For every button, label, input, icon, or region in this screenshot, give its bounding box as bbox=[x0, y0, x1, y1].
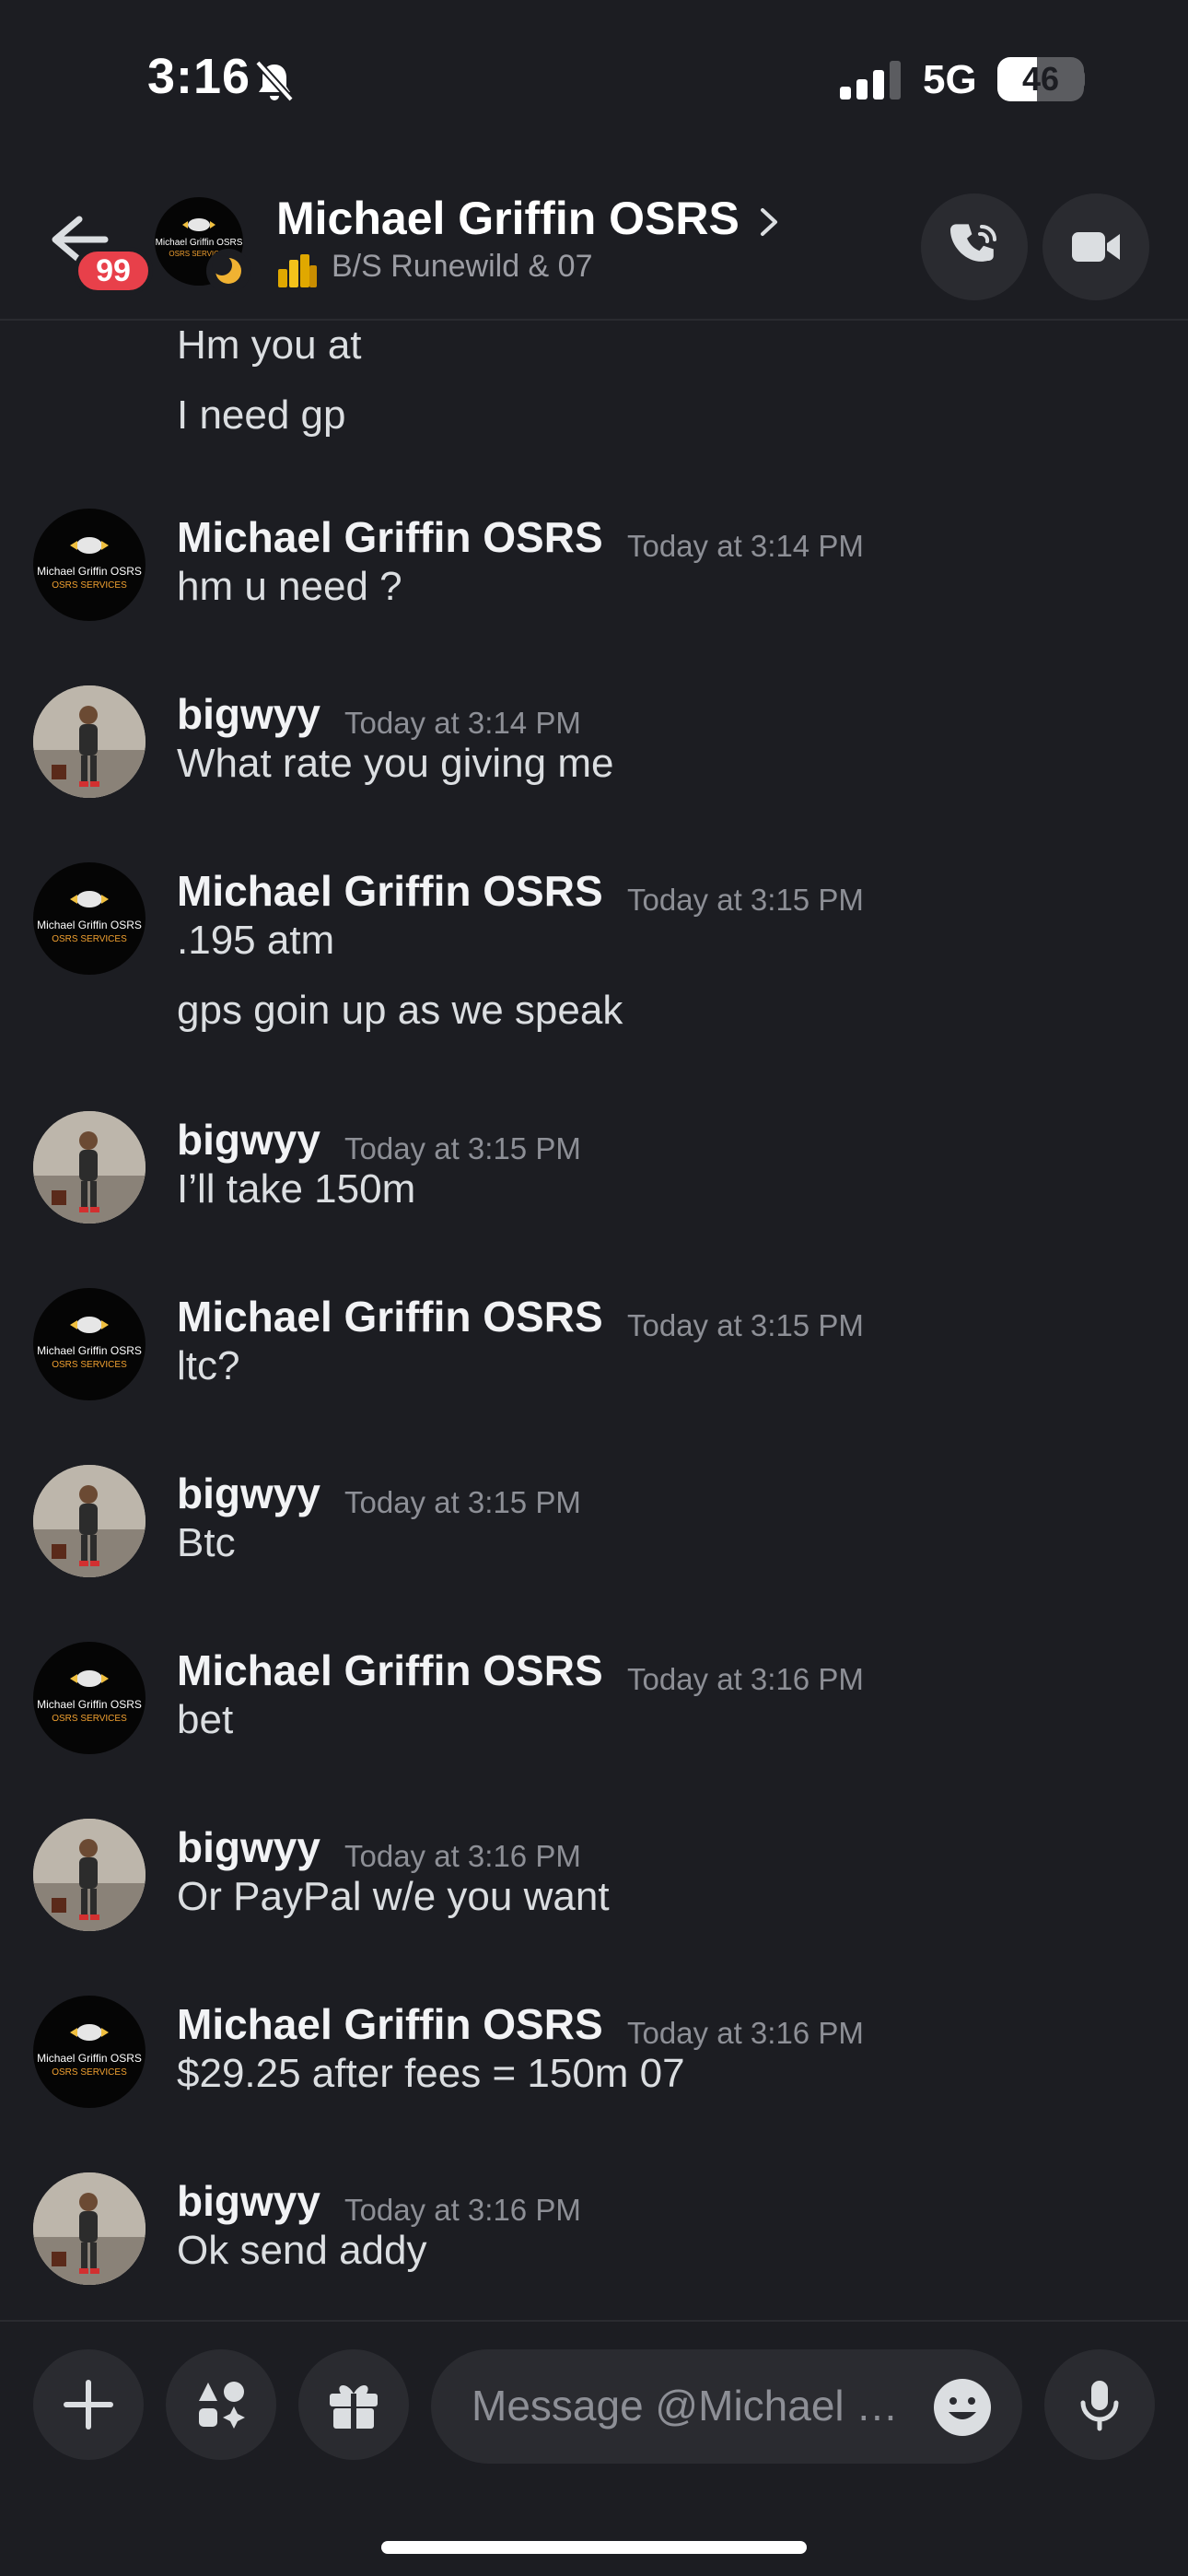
avatar[interactable]: Michael Griffin OSRS OSRS SERVICES bbox=[33, 1288, 146, 1400]
osrs-logo-icon: Michael Griffin OSRS OSRS SERVICES bbox=[37, 537, 142, 591]
avatar[interactable] bbox=[33, 1465, 146, 1577]
avatar[interactable] bbox=[33, 2172, 146, 2285]
network-type: 5G bbox=[923, 57, 977, 102]
message-text[interactable]: Ok send addy bbox=[177, 2228, 427, 2274]
message-text[interactable]: I need gp bbox=[177, 392, 346, 439]
dm-header: 99 Michael Griffin OSRS OSRS SERVICES Mi… bbox=[0, 184, 1188, 321]
author-name[interactable]: bigwyy bbox=[177, 689, 320, 739]
timestamp: Today at 3:15 PM bbox=[344, 1131, 581, 1165]
avatar[interactable] bbox=[33, 1111, 146, 1224]
author-name[interactable]: bigwyy bbox=[177, 1822, 320, 1872]
bell-slash-icon bbox=[255, 60, 294, 102]
timestamp: Today at 3:15 PM bbox=[344, 1485, 581, 1519]
header-subtitle: B/S Runewild & 07 bbox=[332, 249, 593, 284]
video-camera-icon bbox=[1072, 232, 1120, 262]
user-photo-icon bbox=[33, 1819, 146, 1931]
message-text[interactable]: $29.25 after fees = 150m 07 bbox=[177, 2051, 685, 2097]
message-text[interactable]: hm u need ? bbox=[177, 564, 402, 610]
author-name[interactable]: bigwyy bbox=[177, 1469, 320, 1518]
voice-call-button[interactable] bbox=[921, 193, 1028, 300]
unread-count-badge: 99 bbox=[74, 247, 153, 295]
svg-text:OSRS SERVICES: OSRS SERVICES bbox=[52, 580, 127, 591]
timestamp: Today at 3:14 PM bbox=[627, 529, 864, 563]
author-name[interactable]: Michael Griffin OSRS bbox=[177, 1645, 603, 1695]
plus-icon bbox=[64, 2380, 113, 2430]
message-placeholder: Message @Michael Gr... bbox=[472, 2382, 914, 2430]
svg-text:Michael Griffin OSRS: Michael Griffin OSRS bbox=[37, 1698, 142, 1711]
message-text[interactable]: ltc? bbox=[177, 1343, 239, 1389]
svg-text:Michael Griffin OSRS: Michael Griffin OSRS bbox=[37, 565, 142, 578]
message-text[interactable]: gps goin up as we speak bbox=[177, 988, 623, 1034]
svg-text:OSRS SERVICES: OSRS SERVICES bbox=[52, 2067, 127, 2078]
svg-text:OSRS SERVICES: OSRS SERVICES bbox=[52, 1360, 127, 1370]
author-name[interactable]: bigwyy bbox=[177, 2176, 320, 2226]
idle-status-moon-icon bbox=[206, 249, 250, 293]
avatar[interactable] bbox=[33, 685, 146, 798]
osrs-logo-icon: Michael Griffin OSRS OSRS SERVICES bbox=[37, 891, 142, 944]
author-name[interactable]: bigwyy bbox=[177, 1115, 320, 1165]
battery-tip bbox=[1077, 70, 1085, 88]
apps-button[interactable] bbox=[166, 2349, 276, 2460]
emoji-icon[interactable] bbox=[932, 2377, 993, 2438]
chevron-right-icon[interactable] bbox=[757, 206, 781, 238]
avatar[interactable]: Michael Griffin OSRS OSRS SERVICES bbox=[33, 1642, 146, 1754]
svg-text:OSRS SERVICES: OSRS SERVICES bbox=[52, 1714, 127, 1724]
cellular-signal-icon bbox=[840, 61, 901, 100]
author-name[interactable]: Michael Griffin OSRS bbox=[177, 1999, 603, 2049]
author-name[interactable]: Michael Griffin OSRS bbox=[177, 1292, 603, 1341]
microphone-icon bbox=[1080, 2381, 1119, 2431]
user-photo-icon bbox=[33, 685, 146, 798]
header-title[interactable]: Michael Griffin OSRS bbox=[276, 192, 740, 245]
phone-call-icon bbox=[950, 224, 996, 262]
video-call-button[interactable] bbox=[1042, 193, 1149, 300]
status-bar: 3:16 5G 46 bbox=[0, 0, 1188, 157]
user-photo-icon bbox=[33, 2172, 146, 2285]
message-text[interactable]: Hm you at bbox=[177, 322, 362, 369]
message-text[interactable]: bet bbox=[177, 1697, 233, 1743]
message-list[interactable]: Hm you at I need gp Michael Griffin OSRS… bbox=[0, 322, 1188, 2322]
header-avatar-line1: Michael Griffin OSRS bbox=[156, 238, 243, 248]
author-name[interactable]: Michael Griffin OSRS bbox=[177, 512, 603, 562]
osrs-logo-icon: Michael Griffin OSRS OSRS SERVICES bbox=[37, 1317, 142, 1370]
gift-icon bbox=[330, 2384, 378, 2429]
osrs-logo-icon: Michael Griffin OSRS OSRS SERVICES bbox=[37, 2024, 142, 2078]
home-indicator[interactable] bbox=[381, 2541, 807, 2554]
user-photo-icon bbox=[33, 1111, 146, 1224]
status-time: 3:16 bbox=[147, 49, 251, 104]
timestamp: Today at 3:16 PM bbox=[627, 2016, 864, 2050]
avatar[interactable]: Michael Griffin OSRS OSRS SERVICES bbox=[33, 862, 146, 975]
osrs-logo-icon: Michael Griffin OSRS OSRS SERVICES bbox=[37, 1670, 142, 1724]
message-composer: Message @Michael Gr... bbox=[0, 2320, 1188, 2576]
avatar[interactable]: Michael Griffin OSRS OSRS SERVICES bbox=[33, 509, 146, 621]
avatar[interactable] bbox=[33, 1819, 146, 1931]
battery-icon: 46 bbox=[997, 57, 1084, 101]
message-text[interactable]: .195 atm bbox=[177, 918, 334, 964]
user-photo-icon bbox=[33, 1465, 146, 1577]
voice-message-button[interactable] bbox=[1044, 2349, 1155, 2460]
message-text[interactable]: Btc bbox=[177, 1520, 236, 1566]
avatar[interactable]: Michael Griffin OSRS OSRS SERVICES bbox=[33, 1996, 146, 2108]
timestamp: Today at 3:14 PM bbox=[344, 706, 581, 740]
message-text[interactable]: What rate you giving me bbox=[177, 741, 613, 787]
svg-text:Michael Griffin OSRS: Michael Griffin OSRS bbox=[37, 1344, 142, 1357]
message-input[interactable]: Message @Michael Gr... bbox=[431, 2349, 1022, 2464]
battery-level: 46 bbox=[1021, 60, 1060, 98]
timestamp: Today at 3:16 PM bbox=[627, 1662, 864, 1696]
svg-text:Michael Griffin OSRS: Michael Griffin OSRS bbox=[37, 919, 142, 931]
message-text[interactable]: I’ll take 150m bbox=[177, 1166, 415, 1212]
timestamp: Today at 3:15 PM bbox=[627, 1308, 864, 1342]
timestamp: Today at 3:16 PM bbox=[344, 1839, 581, 1873]
timestamp: Today at 3:16 PM bbox=[344, 2193, 581, 2227]
svg-text:Michael Griffin OSRS: Michael Griffin OSRS bbox=[37, 2052, 142, 2065]
gift-button[interactable] bbox=[298, 2349, 409, 2460]
apps-icon bbox=[199, 2382, 245, 2429]
gold-coins-icon bbox=[278, 254, 317, 287]
message-text[interactable]: Or PayPal w/e you want bbox=[177, 1874, 610, 1920]
add-attachment-button[interactable] bbox=[33, 2349, 144, 2460]
timestamp: Today at 3:15 PM bbox=[627, 883, 864, 917]
author-name[interactable]: Michael Griffin OSRS bbox=[177, 866, 603, 916]
svg-text:OSRS SERVICES: OSRS SERVICES bbox=[52, 934, 127, 944]
